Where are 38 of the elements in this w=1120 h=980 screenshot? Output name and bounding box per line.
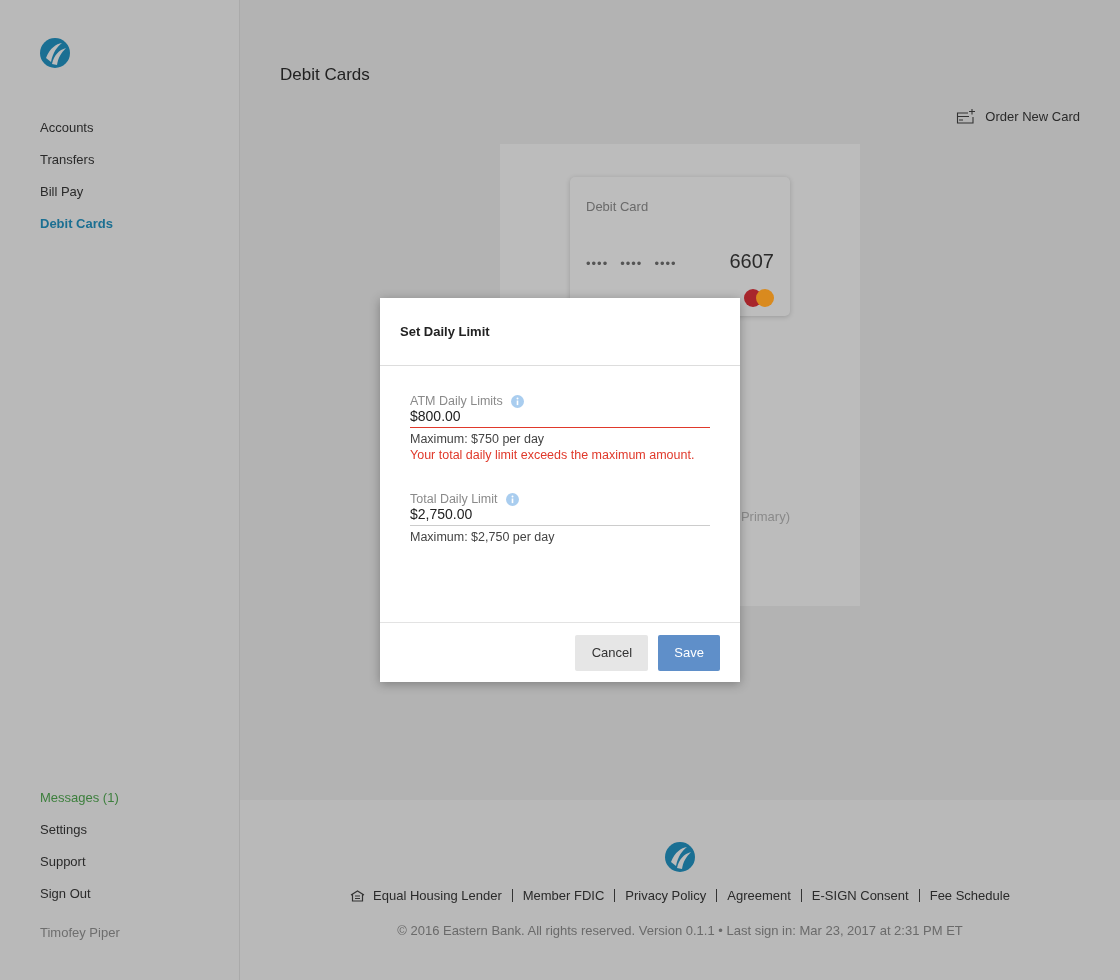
field-hint: Maximum: $750 per day bbox=[410, 432, 546, 446]
nav-link[interactable]: Transfers bbox=[40, 150, 95, 170]
nav-link[interactable]: Bill Pay bbox=[40, 182, 84, 202]
dialog-title: Set Daily Limit bbox=[400, 324, 490, 339]
footer-link[interactable]: Member FDIC bbox=[522, 888, 605, 903]
nav-link[interactable]: Support bbox=[40, 852, 86, 872]
masked-digits: •••• bbox=[620, 256, 643, 271]
footer-link[interactable]: E-SIGN Consent bbox=[811, 888, 909, 903]
amount-field[interactable]: $2,750.00 bbox=[410, 506, 710, 526]
error-message: Your total daily limit exceeds the maximum amount. bbox=[410, 448, 696, 462]
bank-logo-icon bbox=[40, 38, 70, 68]
debit-card[interactable]: Debit Card •••• •••• •••• 6607 bbox=[570, 177, 790, 316]
cancel-button[interactable]: Cancel bbox=[575, 634, 649, 671]
info-icon[interactable] bbox=[505, 492, 519, 506]
masked-digits: •••• bbox=[654, 256, 677, 271]
field-hint: Maximum: $2,750 per day bbox=[410, 530, 556, 544]
amount-field[interactable]: $800.00 bbox=[410, 408, 710, 428]
card-plus-icon bbox=[956, 109, 977, 124]
nav-link[interactable]: Accounts bbox=[40, 118, 94, 138]
order-card-link[interactable]: Order New Card bbox=[956, 109, 1080, 124]
masked-digits: •••• bbox=[586, 256, 609, 271]
footer-link[interactable]: Equal Housing Lender bbox=[373, 888, 502, 903]
footer-link[interactable]: Privacy Policy bbox=[625, 888, 707, 903]
card-type: Debit Card bbox=[586, 199, 649, 214]
field-label: Total Daily Limit bbox=[410, 492, 498, 506]
nav-link[interactable]: Sign Out bbox=[40, 884, 91, 904]
footer-link[interactable]: Agreement bbox=[727, 888, 791, 903]
info-icon[interactable] bbox=[510, 394, 524, 408]
copyright-text: © 2016 Eastern Bank. All rights reserved. Version 0.1.1 • Last sign in: Mar 23, 2017 at 2:31 PM ET bbox=[397, 923, 963, 938]
card-brand-icon bbox=[744, 289, 774, 307]
nav-link[interactable]: Settings bbox=[40, 820, 87, 840]
field-label: ATM Daily Limits bbox=[410, 394, 503, 408]
footer-link[interactable]: Fee Schedule bbox=[929, 888, 1010, 903]
bank-logo-icon bbox=[665, 842, 695, 872]
card-last-digits: 6607 bbox=[729, 250, 774, 273]
house-icon bbox=[350, 889, 366, 902]
user-name: Timofey Piper bbox=[40, 925, 120, 940]
page-title: Debit Cards bbox=[280, 64, 370, 86]
